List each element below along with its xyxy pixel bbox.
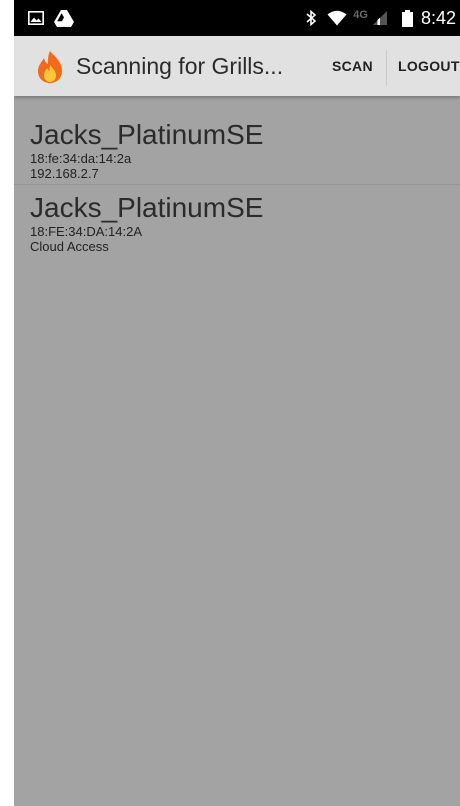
device-list: Jacks_PlatinumSE 18:fe:34:da:14:2a 192.1…	[14, 96, 460, 257]
page-title: Scanning for Grills...	[76, 53, 284, 79]
status-bar: 4G 8:42	[14, 0, 460, 36]
action-divider	[386, 50, 387, 86]
device-detail: 192.168.2.7	[30, 166, 99, 181]
device-name: Jacks_PlatinumSE	[30, 192, 264, 223]
wifi-icon	[327, 10, 347, 26]
device-name: Jacks_PlatinumSE	[30, 119, 264, 150]
bluetooth-icon	[305, 9, 317, 27]
network-type-label: 4G	[353, 9, 368, 21]
logout-button[interactable]: LOGOUT	[398, 58, 460, 74]
list-item[interactable]: Jacks_PlatinumSE 18:FE:34:DA:14:2A Cloud…	[14, 184, 460, 257]
drive-icon	[54, 9, 74, 27]
device-mac: 18:fe:34:da:14:2a	[30, 151, 132, 166]
app-screen: 4G 8:42 Scanning for Grills... SCAN LOGO…	[14, 0, 460, 806]
scan-button[interactable]: SCAN	[332, 58, 373, 74]
list-item[interactable]: Jacks_PlatinumSE 18:fe:34:da:14:2a 192.1…	[14, 96, 460, 184]
signal-icon	[370, 10, 388, 26]
flame-logo-icon	[36, 50, 64, 84]
battery-icon	[401, 9, 413, 27]
image-icon	[28, 11, 44, 25]
clock: 8:42	[420, 7, 456, 28]
device-mac: 18:FE:34:DA:14:2A	[30, 224, 143, 239]
device-detail: Cloud Access	[30, 239, 109, 254]
app-bar: Scanning for Grills... SCAN LOGOUT	[14, 36, 460, 96]
